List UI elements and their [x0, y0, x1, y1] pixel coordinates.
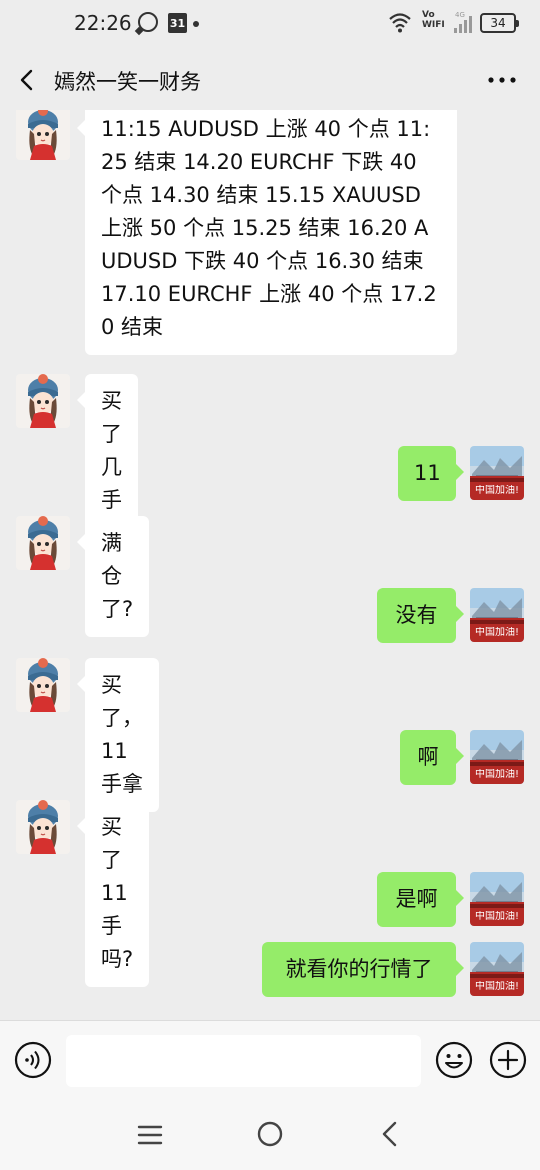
message-text: 11: [414, 461, 441, 485]
wifi-icon: [389, 13, 411, 33]
message-text: 满仓了?: [101, 531, 134, 621]
my-avatar-caption: 中国加油!: [474, 627, 519, 638]
message-text: 买了几手: [101, 389, 122, 512]
message-bubble[interactable]: 就看你的行情了: [262, 942, 464, 997]
my-avatar-caption: 中国加油!: [474, 769, 519, 780]
message-text: 11:15 AUDUSD 上涨 40 个点 11:25 结束 14.20 EUR…: [101, 117, 437, 339]
nav-back-icon[interactable]: [378, 1120, 402, 1148]
message-bubble[interactable]: 买了，11 手拿: [77, 658, 159, 812]
voice-icon[interactable]: [14, 1041, 52, 1079]
message-bubble[interactable]: 11:15 AUDUSD 上涨 40 个点 11:25 结束 14.20 EUR…: [77, 110, 457, 355]
message-text: 买了 11 手吗?: [101, 815, 134, 971]
contact-avatar[interactable]: [16, 658, 70, 712]
message-text: 就看你的行情了: [285, 957, 433, 981]
input-bar: [0, 1020, 540, 1101]
my-avatar-caption: 中国加油!: [474, 485, 519, 496]
chat-message-list[interactable]: 11:15 AUDUSD 上涨 40 个点 11:25 结束 14.20 EUR…: [0, 110, 540, 1020]
chat-header: 嫣然一笑一财务: [0, 50, 540, 110]
message-text: 买了，11 手拿: [101, 673, 143, 796]
notification-dot-icon: [193, 21, 199, 27]
whatsapp-icon: [138, 12, 158, 32]
my-avatar[interactable]: 中国加油!: [470, 730, 524, 784]
vowifi-label: Vo WIFI: [422, 10, 445, 30]
my-avatar[interactable]: 中国加油!: [470, 872, 524, 926]
my-avatar[interactable]: 中国加油!: [470, 588, 524, 642]
message-text: 啊: [417, 745, 439, 769]
message-bubble[interactable]: 买了几手: [77, 374, 138, 528]
nav-home-icon[interactable]: [256, 1120, 284, 1148]
battery-icon: 34: [480, 13, 519, 33]
calendar-icon: 31: [168, 13, 187, 33]
chat-title: 嫣然一笑一财务: [54, 70, 201, 94]
system-nav-bar: [0, 1100, 540, 1170]
message-bubble[interactable]: 买了 11 手吗?: [76, 800, 150, 987]
message-bubble[interactable]: 没有: [377, 588, 464, 643]
plus-icon[interactable]: [489, 1041, 527, 1079]
message-bubble[interactable]: 满仓了?: [76, 516, 150, 637]
emoji-icon[interactable]: [435, 1041, 473, 1079]
back-icon[interactable]: [16, 68, 40, 92]
contact-avatar[interactable]: [16, 374, 70, 428]
my-avatar-caption: 中国加油!: [474, 981, 519, 992]
signal-icon: 4G: [454, 11, 472, 33]
status-bar: 22:26 31 Vo WIFI 4G 34: [0, 0, 540, 50]
signal-label: 4G: [455, 11, 465, 19]
contact-avatar[interactable]: [16, 110, 70, 160]
contact-avatar[interactable]: [16, 516, 70, 570]
message-bubble[interactable]: 11: [398, 446, 464, 501]
nav-menu-icon[interactable]: [136, 1122, 164, 1148]
status-time: 22:26: [74, 11, 132, 35]
my-avatar[interactable]: 中国加油!: [470, 942, 524, 996]
message-text: 是啊: [395, 887, 438, 911]
message-input[interactable]: [66, 1035, 421, 1087]
more-icon[interactable]: [486, 70, 518, 90]
message-text: 没有: [395, 603, 438, 627]
my-avatar[interactable]: 中国加油!: [470, 446, 524, 500]
message-bubble[interactable]: 啊: [400, 730, 464, 785]
contact-avatar[interactable]: [16, 800, 70, 854]
message-bubble[interactable]: 是啊: [377, 872, 464, 927]
my-avatar-caption: 中国加油!: [474, 911, 519, 922]
